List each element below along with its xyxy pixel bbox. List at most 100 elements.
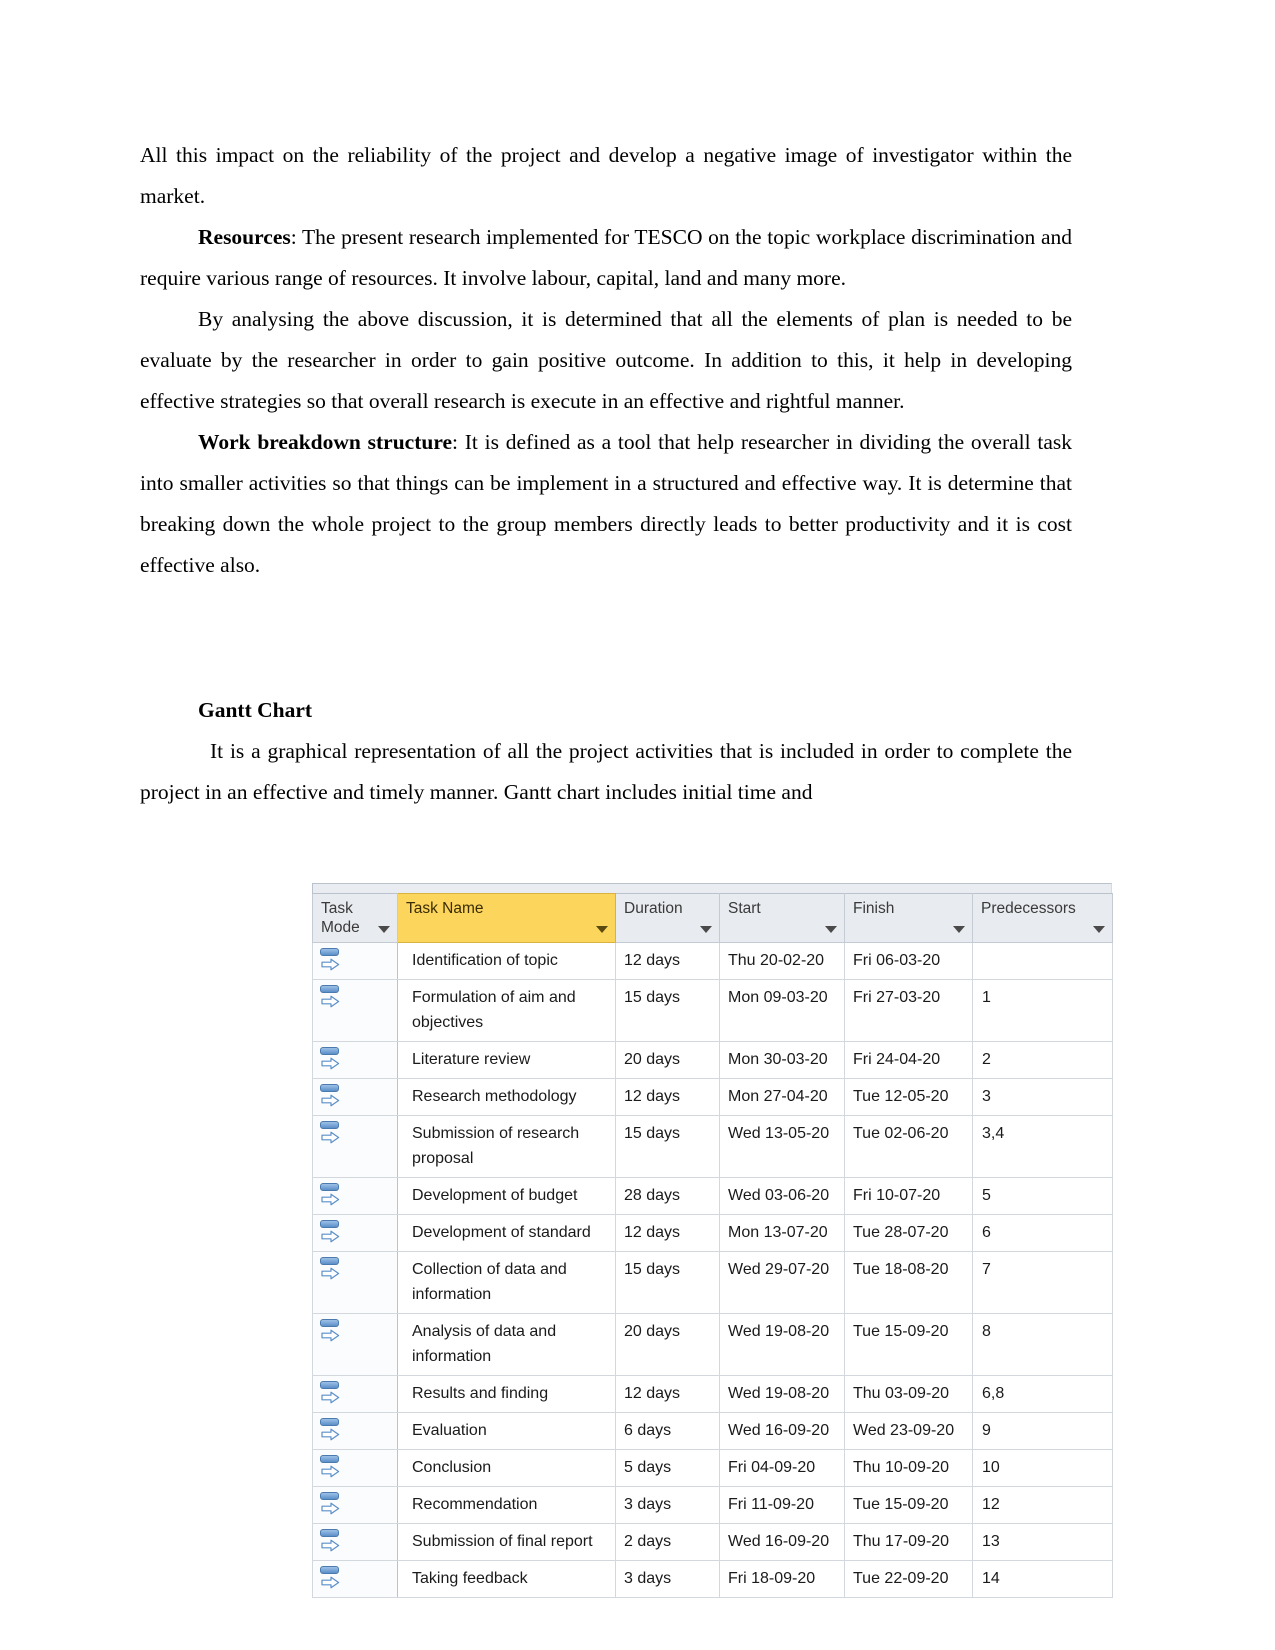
predecessors-cell[interactable]: 3 <box>972 1078 1113 1116</box>
table-row[interactable]: Research methodology 12 days Mon 27-04-20 T… <box>312 1078 1113 1116</box>
task-name-cell[interactable]: Submission of final report <box>397 1523 616 1561</box>
duration-cell[interactable]: 3 days <box>615 1560 720 1598</box>
column-header-task-name[interactable]: Task Name <box>397 893 616 943</box>
task-name-cell[interactable]: Development of standard <box>397 1214 616 1252</box>
filter-dropdown-icon[interactable] <box>825 926 837 933</box>
column-header-task-mode[interactable]: Task Mode <box>312 893 398 943</box>
task-name-cell[interactable]: Analysis of data and information <box>397 1313 616 1376</box>
task-mode-cell[interactable] <box>312 1177 398 1215</box>
task-mode-cell[interactable] <box>312 942 398 980</box>
table-row[interactable]: Evaluation 6 days Wed 16-09-20 Wed 23-09-20… <box>312 1412 1113 1450</box>
filter-dropdown-icon[interactable] <box>953 926 965 933</box>
task-mode-cell[interactable] <box>312 1560 398 1598</box>
predecessors-cell[interactable]: 14 <box>972 1560 1113 1598</box>
start-date-cell[interactable]: Mon 27-04-20 <box>719 1078 845 1116</box>
task-name-cell[interactable]: Taking feedback <box>397 1560 616 1598</box>
task-name-cell[interactable]: Identification of topic <box>397 942 616 980</box>
task-mode-cell[interactable] <box>312 1375 398 1413</box>
duration-cell[interactable]: 20 days <box>615 1313 720 1376</box>
task-mode-cell[interactable] <box>312 1214 398 1252</box>
task-name-cell[interactable]: Recommendation <box>397 1486 616 1524</box>
finish-date-cell[interactable]: Tue 28-07-20 <box>844 1214 973 1252</box>
start-date-cell[interactable]: Fri 18-09-20 <box>719 1560 845 1598</box>
finish-date-cell[interactable]: Fri 24-04-20 <box>844 1041 973 1079</box>
start-date-cell[interactable]: Wed 03-06-20 <box>719 1177 845 1215</box>
finish-date-cell[interactable]: Wed 23-09-20 <box>844 1412 973 1450</box>
task-mode-cell[interactable] <box>312 1115 398 1178</box>
task-name-cell[interactable]: Results and finding <box>397 1375 616 1413</box>
start-date-cell[interactable]: Wed 19-08-20 <box>719 1313 845 1376</box>
duration-cell[interactable]: 6 days <box>615 1412 720 1450</box>
task-name-cell[interactable]: Collection of data and information <box>397 1251 616 1314</box>
duration-cell[interactable]: 12 days <box>615 942 720 980</box>
task-mode-cell[interactable] <box>312 1041 398 1079</box>
duration-cell[interactable]: 5 days <box>615 1449 720 1487</box>
start-date-cell[interactable]: Fri 11-09-20 <box>719 1486 845 1524</box>
table-row[interactable]: Taking feedback 3 days Fri 18-09-20 Tue 22-… <box>312 1560 1113 1598</box>
finish-date-cell[interactable]: Fri 27-03-20 <box>844 979 973 1042</box>
task-name-cell[interactable]: Research methodology <box>397 1078 616 1116</box>
start-date-cell[interactable]: Wed 19-08-20 <box>719 1375 845 1413</box>
start-date-cell[interactable]: Wed 16-09-20 <box>719 1523 845 1561</box>
table-row[interactable]: Submission of research proposal 15 days We… <box>312 1115 1113 1178</box>
filter-dropdown-icon[interactable] <box>596 926 608 933</box>
table-row[interactable]: Conclusion 5 days Fri 04-09-20 Thu 10-09-20… <box>312 1449 1113 1487</box>
finish-date-cell[interactable]: Tue 15-09-20 <box>844 1486 973 1524</box>
predecessors-cell[interactable]: 3,4 <box>972 1115 1113 1178</box>
filter-dropdown-icon[interactable] <box>1093 926 1105 933</box>
duration-cell[interactable]: 28 days <box>615 1177 720 1215</box>
duration-cell[interactable]: 12 days <box>615 1078 720 1116</box>
predecessors-cell[interactable]: 6,8 <box>972 1375 1113 1413</box>
task-mode-cell[interactable] <box>312 1313 398 1376</box>
predecessors-cell[interactable]: 13 <box>972 1523 1113 1561</box>
finish-date-cell[interactable]: Tue 12-05-20 <box>844 1078 973 1116</box>
column-header-duration[interactable]: Duration <box>615 893 720 943</box>
start-date-cell[interactable]: Mon 13-07-20 <box>719 1214 845 1252</box>
duration-cell[interactable]: 15 days <box>615 979 720 1042</box>
duration-cell[interactable]: 15 days <box>615 1115 720 1178</box>
finish-date-cell[interactable]: Thu 17-09-20 <box>844 1523 973 1561</box>
filter-dropdown-icon[interactable] <box>700 926 712 933</box>
start-date-cell[interactable]: Mon 09-03-20 <box>719 979 845 1042</box>
task-mode-cell[interactable] <box>312 1412 398 1450</box>
duration-cell[interactable]: 20 days <box>615 1041 720 1079</box>
finish-date-cell[interactable]: Fri 06-03-20 <box>844 942 973 980</box>
finish-date-cell[interactable]: Fri 10-07-20 <box>844 1177 973 1215</box>
predecessors-cell[interactable]: 1 <box>972 979 1113 1042</box>
predecessors-cell[interactable]: 10 <box>972 1449 1113 1487</box>
start-date-cell[interactable]: Fri 04-09-20 <box>719 1449 845 1487</box>
table-row[interactable]: Formulation of aim and objectives 15 days… <box>312 979 1113 1042</box>
task-mode-cell[interactable] <box>312 1078 398 1116</box>
task-mode-cell[interactable] <box>312 1251 398 1314</box>
task-name-cell[interactable]: Evaluation <box>397 1412 616 1450</box>
finish-date-cell[interactable]: Tue 22-09-20 <box>844 1560 973 1598</box>
task-name-cell[interactable]: Submission of research proposal <box>397 1115 616 1178</box>
finish-date-cell[interactable]: Tue 02-06-20 <box>844 1115 973 1178</box>
start-date-cell[interactable]: Wed 29-07-20 <box>719 1251 845 1314</box>
task-mode-cell[interactable] <box>312 979 398 1042</box>
predecessors-cell[interactable]: 8 <box>972 1313 1113 1376</box>
column-header-start[interactable]: Start <box>719 893 845 943</box>
filter-dropdown-icon[interactable] <box>378 926 390 933</box>
table-row[interactable]: Results and finding 12 days Wed 19-08-20 Th… <box>312 1375 1113 1413</box>
table-row[interactable]: Literature review 20 days Mon 30-03-20 Fri … <box>312 1041 1113 1079</box>
task-mode-cell[interactable] <box>312 1523 398 1561</box>
finish-date-cell[interactable]: Tue 18-08-20 <box>844 1251 973 1314</box>
table-row[interactable]: Collection of data and information 15 day… <box>312 1251 1113 1314</box>
predecessors-cell[interactable]: 5 <box>972 1177 1113 1215</box>
predecessors-cell[interactable] <box>972 942 1113 980</box>
duration-cell[interactable]: 2 days <box>615 1523 720 1561</box>
start-date-cell[interactable]: Wed 16-09-20 <box>719 1412 845 1450</box>
table-row[interactable]: Analysis of data and information 20 days W… <box>312 1313 1113 1376</box>
table-row[interactable]: Development of standard 12 days Mon 13-07-… <box>312 1214 1113 1252</box>
duration-cell[interactable]: 12 days <box>615 1375 720 1413</box>
predecessors-cell[interactable]: 6 <box>972 1214 1113 1252</box>
start-date-cell[interactable]: Mon 30-03-20 <box>719 1041 845 1079</box>
table-row[interactable]: Submission of final report 2 days Wed 16-0… <box>312 1523 1113 1561</box>
predecessors-cell[interactable]: 7 <box>972 1251 1113 1314</box>
predecessors-cell[interactable]: 12 <box>972 1486 1113 1524</box>
task-mode-cell[interactable] <box>312 1486 398 1524</box>
task-name-cell[interactable]: Conclusion <box>397 1449 616 1487</box>
duration-cell[interactable]: 15 days <box>615 1251 720 1314</box>
duration-cell[interactable]: 12 days <box>615 1214 720 1252</box>
